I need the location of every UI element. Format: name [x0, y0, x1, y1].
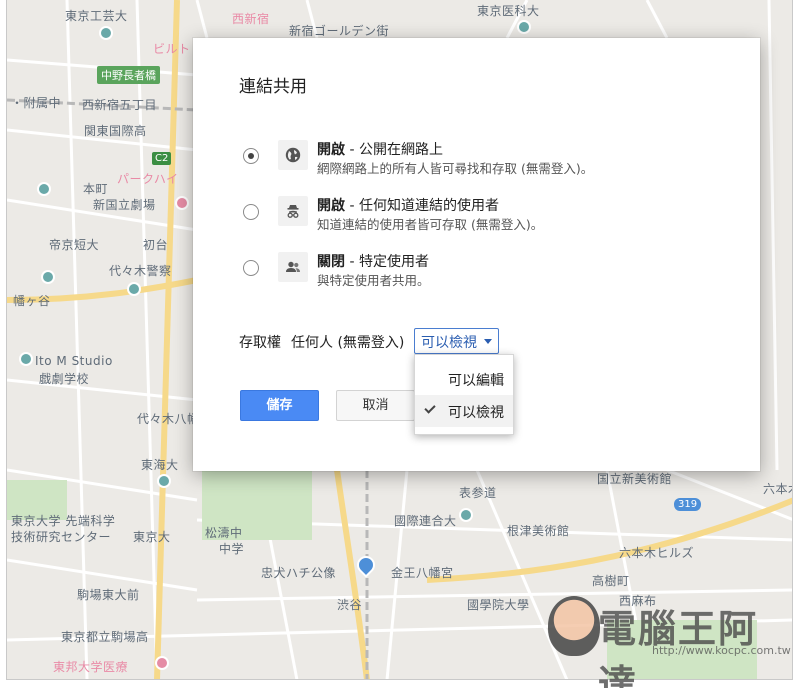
map-label: 新国立劇場	[93, 198, 156, 212]
access-label: 存取權	[239, 335, 281, 351]
people-icon	[278, 252, 308, 282]
cancel-button[interactable]: 取消	[336, 390, 415, 421]
map-label: 代々木八幡	[137, 412, 200, 426]
map-label: 東京大	[133, 530, 171, 544]
map-label: 国立新美術館	[597, 472, 673, 486]
map-label: 本町	[83, 182, 109, 196]
map-label: Ito M Studio	[35, 354, 113, 368]
poi-marker	[155, 656, 169, 670]
map-label: 東海大	[141, 458, 179, 472]
watermark: 電腦王阿達 http://www.kocpc.com.tw	[548, 592, 791, 688]
option-title: 關閉 - 特定使用者	[317, 251, 429, 271]
radio-button-public[interactable]	[243, 148, 259, 164]
poi-marker	[37, 182, 51, 196]
map-label: 幡ヶ谷	[13, 294, 51, 308]
option-description: 知道連結的使用者皆可存取 (無需登入)。	[317, 217, 544, 232]
caret-down-icon	[484, 339, 492, 344]
globe-icon	[278, 140, 308, 170]
poi-marker	[157, 474, 171, 488]
menu-item-label: 可以編輯	[448, 373, 504, 389]
map-label: 國學院大學	[467, 598, 530, 612]
map-label: 東京都立駒場高	[61, 630, 149, 644]
option-description: 與特定使用者共用。	[317, 273, 430, 288]
incognito-user-icon	[278, 196, 308, 226]
map-label: 東京工芸大	[65, 9, 128, 23]
map-label: C2	[152, 152, 172, 165]
map-label: 東京大学 先端科学	[11, 514, 116, 528]
option-title-text: - 公開在網路上	[345, 142, 443, 158]
poi-marker	[99, 26, 113, 40]
map-label: 新宿ゴールデン街	[289, 24, 390, 38]
link-sharing-dialog: 連結共用 開啟 - 公開在網路上 網際網路上的所有人皆可尋找和存取 (無需登入)…	[193, 38, 760, 471]
map-label: ・附属中	[11, 96, 62, 110]
permission-dropdown-value: 可以檢視	[421, 335, 477, 351]
permission-menu: 可以編輯 可以檢視	[414, 354, 514, 435]
permission-dropdown[interactable]: 可以檢視	[414, 328, 499, 354]
sharing-option-specific-people[interactable]: 關閉 - 特定使用者 與特定使用者共用。	[243, 252, 723, 292]
checkmark-icon	[424, 402, 436, 414]
poi-marker	[41, 270, 55, 284]
map-label: 表参道	[459, 486, 497, 500]
map-label: 東京医科大	[477, 4, 540, 18]
map-label: 國際連合大	[394, 514, 457, 528]
map-label: 帝京短大	[49, 238, 100, 252]
map-label: 中野長者橋	[97, 66, 160, 84]
radio-button-specific-people[interactable]	[243, 260, 259, 276]
map-label: 戯劇学校	[39, 372, 90, 386]
save-button[interactable]: 儲存	[240, 390, 319, 421]
radio-button-anyone-with-link[interactable]	[243, 204, 259, 220]
map-label: 西新宿	[232, 12, 270, 26]
map-label: パークハイ	[117, 172, 179, 186]
mascot-logo-icon	[548, 596, 600, 656]
sharing-option-anyone-with-link[interactable]: 開啟 - 任何知道連結的使用者 知道連結的使用者皆可存取 (無需登入)。	[243, 196, 723, 236]
option-title-text: - 特定使用者	[345, 254, 429, 270]
map-label: 319	[674, 498, 702, 511]
option-description: 網際網路上的所有人皆可尋找和存取 (無需登入)。	[317, 161, 594, 176]
option-title: 開啟 - 任何知道連結的使用者	[317, 195, 499, 215]
poi-marker	[517, 20, 531, 34]
dialog-title: 連結共用	[239, 77, 307, 97]
option-title-state: 開啟	[317, 198, 345, 214]
map-label: 金王八幡宮	[391, 566, 454, 580]
map-label: 六本木ヒルズ	[619, 546, 695, 560]
watermark-title: 電腦王阿達	[598, 607, 759, 688]
menu-item-label: 可以檢視	[448, 405, 504, 421]
map-label: 根津美術館	[507, 524, 570, 538]
option-title-text: - 任何知道連結的使用者	[345, 198, 499, 214]
map-label: 駒場東大前	[77, 588, 140, 602]
watermark-url: http://www.kocpc.com.tw	[652, 644, 791, 657]
map-label: 六本木	[763, 482, 792, 496]
map-label: 松濤中	[205, 526, 243, 540]
menu-item-can-edit[interactable]: 可以編輯	[415, 363, 513, 395]
option-title: 開啟 - 公開在網路上	[317, 139, 443, 159]
poi-marker	[459, 508, 473, 522]
poi-marker	[19, 352, 33, 366]
poi-marker	[175, 196, 189, 210]
map-label: 技術研究センター	[11, 530, 112, 544]
map-label: 渋谷	[337, 598, 363, 612]
menu-item-can-view[interactable]: 可以檢視	[415, 395, 513, 427]
map-label: 代々木警察	[109, 264, 172, 278]
map-label: 忠犬ハチ公像	[261, 566, 337, 580]
map-label: 高樹町	[592, 574, 630, 588]
option-title-state: 開啟	[317, 142, 345, 158]
map-label: 初台	[143, 238, 169, 252]
map-label: ビルト	[153, 42, 191, 56]
map-label: 関東国際高	[84, 124, 147, 138]
sharing-option-public[interactable]: 開啟 - 公開在網路上 網際網路上的所有人皆可尋找和存取 (無需登入)。	[243, 140, 723, 180]
map-label: 東邦大学医療	[53, 660, 129, 674]
option-title-state: 關閉	[317, 254, 345, 270]
map-label: 中学	[219, 542, 245, 556]
map-label: 西新宿五丁目	[82, 98, 158, 112]
access-who: 任何人 (無需登入)	[291, 335, 405, 351]
poi-marker	[127, 282, 141, 296]
